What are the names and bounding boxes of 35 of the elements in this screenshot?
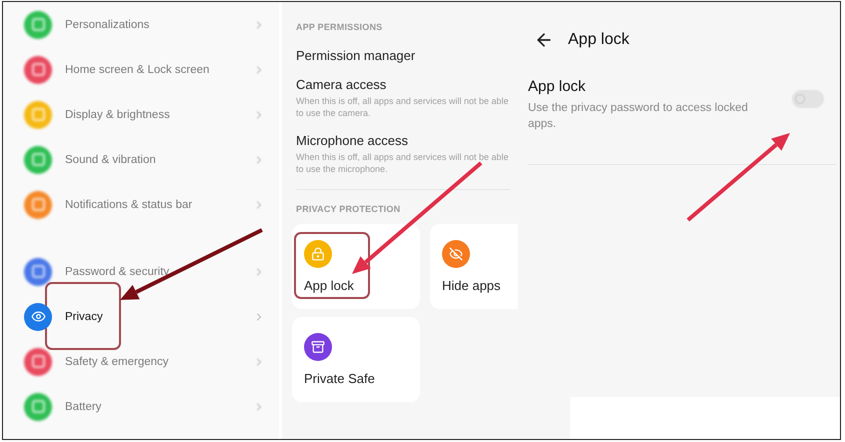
settings-label: Privacy <box>65 310 104 322</box>
settings-item[interactable]: Privacy <box>3 294 279 339</box>
settings-item[interactable]: Home screen & Lock screen <box>3 47 279 92</box>
settings-label: Sound & vibration <box>65 154 157 166</box>
screen-title: App lock <box>568 31 630 49</box>
settings-label: Personalizations <box>65 18 150 30</box>
settings-item[interactable]: Password & security <box>3 249 279 294</box>
permission-title[interactable]: Microphone access <box>296 133 518 148</box>
feature-card[interactable]: Hide apps <box>430 224 518 309</box>
settings-item[interactable]: Battery <box>3 384 279 429</box>
permission-description: When this is off, all apps and services will not be able to use the camera. <box>296 95 510 119</box>
settings-label: Battery <box>65 400 102 412</box>
permission-description: When this is off, all apps and services will not be able to use the microphone. <box>296 151 510 175</box>
permission-title[interactable]: Camera access <box>296 77 518 92</box>
settings-label: Safety & emergency <box>65 356 170 368</box>
settings-item[interactable]: Sound & vibration <box>3 137 279 182</box>
settings-label: Password & security <box>65 266 170 278</box>
settings-item[interactable]: Safety & emergency <box>3 339 279 384</box>
feature-card[interactable]: App lock <box>292 224 420 309</box>
settings-label: Display & brightness <box>65 108 171 120</box>
toggle-switch[interactable] <box>792 90 824 108</box>
card-label: Hide apps <box>442 278 501 293</box>
card-label: Private Safe <box>304 371 375 386</box>
setting-description: Use the privacy password to access locked apps. <box>528 101 749 132</box>
section-header: APP PERMISSIONS <box>296 22 384 32</box>
section-header: PRIVACY PROTECTION <box>296 204 402 214</box>
permission-title[interactable]: Permission manager <box>296 48 518 63</box>
settings-label: Home screen & Lock screen <box>65 64 210 76</box>
setting-title: App lock <box>528 78 587 95</box>
settings-label: Notifications & status bar <box>65 198 194 210</box>
settings-item[interactable]: Personalizations <box>3 2 279 47</box>
card-label: App lock <box>304 278 354 293</box>
settings-item[interactable]: Notifications & status bar <box>3 182 279 227</box>
settings-item[interactable]: Display & brightness <box>3 92 279 137</box>
feature-card[interactable]: Private Safe <box>292 317 420 402</box>
